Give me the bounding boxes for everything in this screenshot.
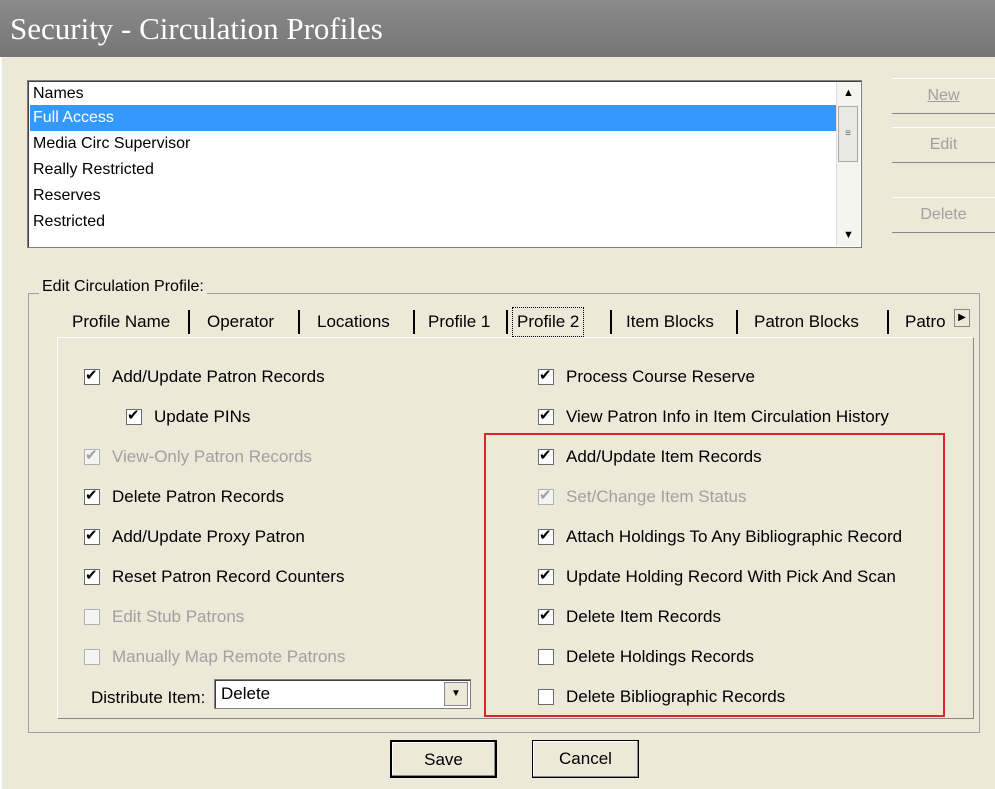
checkbox-label: Update PINs (154, 407, 251, 426)
names-listbox[interactable]: Names Full Access Media Circ Supervisor … (27, 80, 862, 248)
checkbox-label: Edit Stub Patrons (112, 607, 245, 626)
tab-separator (298, 310, 300, 334)
chevron-up-icon[interactable]: ▲ (837, 82, 860, 104)
check-icon[interactable] (126, 406, 142, 425)
chevron-down-icon[interactable]: ▼ (837, 224, 860, 246)
checkbox-label: Reset Patron Record Counters (112, 567, 345, 586)
tab-separator (506, 310, 508, 334)
tab-profile-name[interactable]: Profile Name (72, 308, 170, 336)
save-button-label: Save (424, 750, 463, 769)
checkbox-label: Add/Update Proxy Patron (112, 527, 305, 546)
tab-profile-2[interactable]: Profile 2 (512, 307, 585, 337)
list-item[interactable]: Restricted (30, 209, 839, 235)
save-button[interactable]: Save (390, 740, 497, 778)
chevron-down-icon[interactable]: ▼ (444, 682, 468, 706)
profile-tabs: Profile Name Operator Locations Profile … (60, 303, 975, 339)
checkbox-reset-patron-record-counters[interactable]: Reset Patron Record Counters (84, 564, 344, 590)
check-icon[interactable] (84, 566, 100, 585)
checkbox-view-only-patron-records: View-Only Patron Records (84, 444, 312, 470)
tab-profile-1[interactable]: Profile 1 (428, 308, 490, 336)
check-icon[interactable] (538, 406, 554, 425)
tab-patron-blocks[interactable]: Patron Blocks (754, 308, 859, 336)
delete-button-label: Delete (920, 206, 967, 223)
checkbox-label: View-Only Patron Records (112, 447, 312, 466)
checkbox-label: Process Course Reserve (566, 367, 755, 386)
checkbox-process-course-reserve[interactable]: Process Course Reserve (538, 364, 755, 390)
chevron-right-icon[interactable]: ▶ (954, 309, 970, 327)
check-icon[interactable] (84, 526, 100, 545)
list-item[interactable]: Reserves (30, 183, 839, 209)
list-item[interactable]: Full Access (30, 105, 839, 131)
check-icon[interactable] (84, 366, 100, 385)
checkbox-add-update-proxy-patron[interactable]: Add/Update Proxy Patron (84, 524, 305, 550)
list-item[interactable]: Really Restricted (30, 157, 839, 183)
checkbox-icon (84, 609, 100, 625)
distribute-item-value: Delete (221, 684, 271, 703)
check-icon[interactable] (538, 366, 554, 385)
checkbox-label: View Patron Info in Item Circulation His… (566, 407, 889, 426)
cancel-button[interactable]: Cancel (532, 740, 639, 778)
cancel-button-label: Cancel (559, 749, 612, 768)
checkbox-label: Delete Patron Records (112, 487, 284, 506)
tab-patron-truncated[interactable]: Patro (905, 308, 946, 336)
tab-separator (887, 310, 889, 334)
tab-separator (736, 310, 738, 334)
checkbox-view-patron-info[interactable]: View Patron Info in Item Circulation His… (538, 404, 889, 430)
edit-button[interactable]: Edit (892, 127, 995, 163)
edit-button-label: Edit (929, 136, 958, 153)
distribute-item-select[interactable]: Delete ▼ (214, 679, 471, 709)
tab-item-blocks[interactable]: Item Blocks (626, 308, 714, 336)
names-list-scrollbar[interactable]: ▲ ≡ ▼ (836, 82, 860, 246)
tab-operator[interactable]: Operator (207, 308, 274, 336)
check-icon (84, 446, 100, 465)
edit-circulation-profile-label: Edit Circulation Profile: (39, 278, 207, 296)
checkbox-manually-map-remote-patrons: Manually Map Remote Patrons (84, 644, 345, 670)
scroll-thumb[interactable]: ≡ (838, 106, 858, 162)
checkbox-label: Add/Update Patron Records (112, 367, 325, 386)
tab-separator (413, 310, 415, 334)
highlight-box (484, 433, 945, 717)
window-title: Security - Circulation Profiles (0, 0, 995, 57)
tab-locations[interactable]: Locations (317, 308, 390, 336)
tab-separator (188, 310, 190, 334)
new-button-label: New (927, 87, 960, 104)
checkbox-update-pins[interactable]: Update PINs (126, 404, 250, 430)
checkbox-label: Manually Map Remote Patrons (112, 647, 346, 666)
names-list-header: Names (33, 85, 84, 102)
list-item[interactable]: Media Circ Supervisor (30, 131, 839, 157)
checkbox-edit-stub-patrons: Edit Stub Patrons (84, 604, 244, 630)
check-icon[interactable] (84, 486, 100, 505)
distribute-item-label: Distribute Item: (91, 688, 206, 707)
checkbox-delete-patron-records[interactable]: Delete Patron Records (84, 484, 284, 510)
checkbox-add-update-patron-records[interactable]: Add/Update Patron Records (84, 364, 325, 390)
new-button[interactable]: New (892, 78, 995, 114)
checkbox-icon (84, 649, 100, 665)
delete-button[interactable]: Delete (892, 197, 995, 233)
tab-separator (610, 310, 612, 334)
